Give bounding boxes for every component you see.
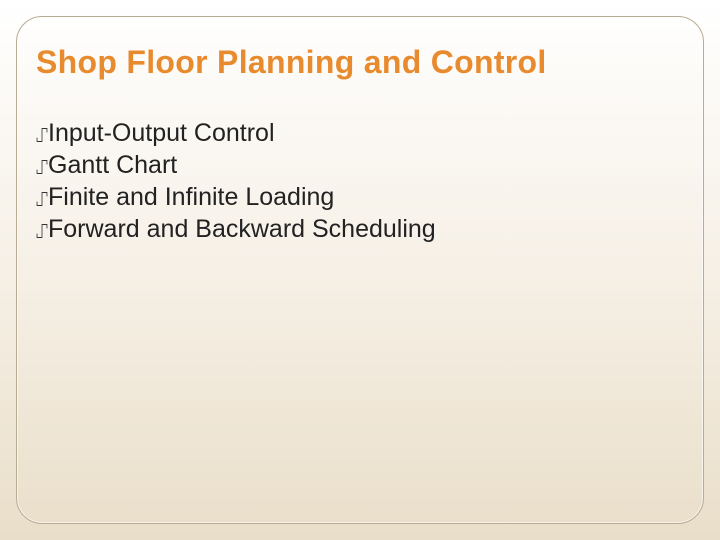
bullet-icon: ⑀: [36, 156, 48, 180]
list-item: ⑀ Input-Output Control: [36, 118, 684, 148]
bullet-icon: ⑀: [36, 124, 48, 148]
bullet-icon: ⑀: [36, 188, 48, 212]
list-item-text: Input-Output Control: [48, 118, 275, 148]
slide-body: ⑀ Input-Output Control ⑀ Gantt Chart ⑀ F…: [36, 118, 684, 246]
list-item-text: Forward and Backward Scheduling: [48, 214, 436, 244]
bullet-icon: ⑀: [36, 220, 48, 244]
slide-title: Shop Floor Planning and Control: [36, 44, 684, 81]
list-item-text: Finite and Infinite Loading: [48, 182, 334, 212]
list-item-text: Gantt Chart: [48, 150, 177, 180]
slide: Shop Floor Planning and Control ⑀ Input-…: [0, 0, 720, 540]
list-item: ⑀ Gantt Chart: [36, 150, 684, 180]
list-item: ⑀ Finite and Infinite Loading: [36, 182, 684, 212]
slide-border: [16, 16, 704, 524]
list-item: ⑀ Forward and Backward Scheduling: [36, 214, 684, 244]
